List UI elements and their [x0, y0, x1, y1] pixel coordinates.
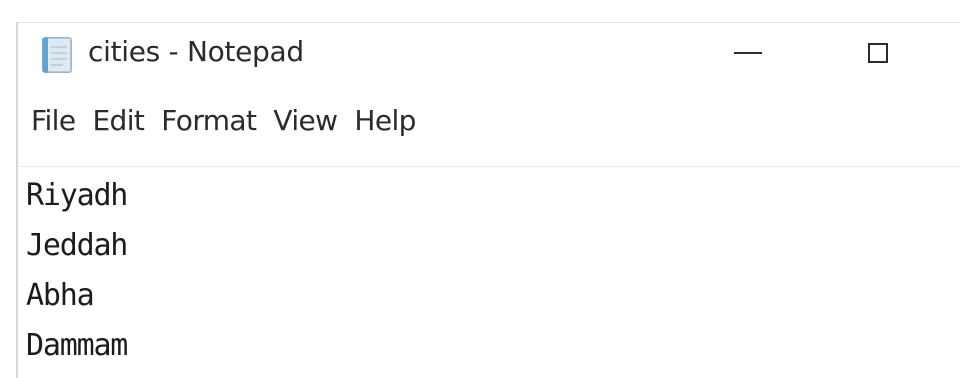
menu-item-edit[interactable]: Edit — [89, 100, 158, 141]
title-bar[interactable]: cities - Notepad — [18, 23, 960, 89]
notepad-window: cities - Notepad File Edit Format View H… — [16, 22, 960, 378]
menu-item-format[interactable]: Format — [158, 100, 270, 141]
menu-bar: File Edit Format View Help — [18, 95, 960, 145]
maximize-icon — [868, 43, 888, 63]
minimize-icon — [734, 52, 762, 54]
menu-item-file[interactable]: File — [28, 100, 89, 141]
editor-line: Abha — [26, 278, 95, 313]
menu-item-help[interactable]: Help — [351, 100, 429, 141]
menu-divider — [18, 166, 960, 167]
minimize-button[interactable] — [708, 23, 788, 83]
editor-line: Jeddah — [26, 228, 128, 263]
menu-item-view[interactable]: View — [270, 100, 351, 141]
maximize-button[interactable] — [838, 23, 918, 83]
editor-line: Riyadh — [26, 178, 128, 213]
window-title: cities - Notepad — [88, 35, 304, 68]
text-editor-area[interactable]: Riyadh Jeddah Abha Dammam — [26, 171, 960, 378]
notepad-icon — [38, 35, 78, 75]
editor-line: Dammam — [26, 328, 128, 363]
